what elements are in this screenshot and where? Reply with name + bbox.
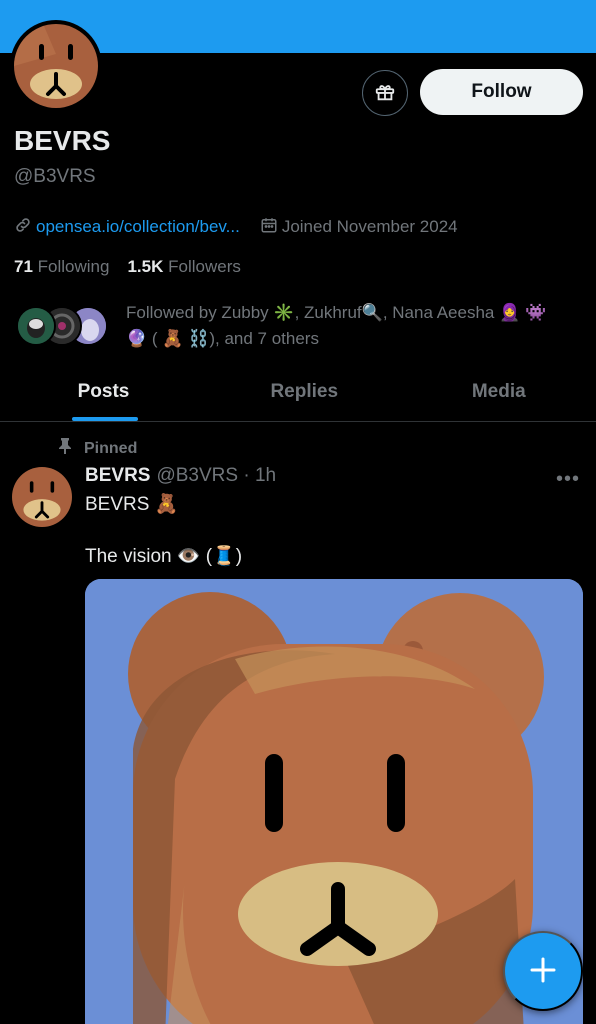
joined-date: Joined November 2024: [281, 217, 458, 236]
tab-media[interactable]: Media: [402, 362, 596, 421]
tab-label: Posts: [77, 380, 130, 402]
followers-you-know[interactable]: Followed by Zubby ✳️, Zukhruf🔍, Nana Aee…: [14, 300, 584, 352]
followers-avatar-stack: [16, 306, 116, 348]
post-text-line: The vision 👁️ (🧵): [85, 546, 243, 567]
post-text-line: BEVRS 🧸: [85, 494, 179, 515]
following-count: 71: [14, 257, 33, 276]
post-author-avatar[interactable]: [12, 467, 72, 527]
follower-avatar: [16, 306, 56, 346]
link-icon: [14, 216, 32, 239]
plus-icon: [529, 956, 557, 987]
calendar-icon: [260, 216, 278, 239]
active-tab-indicator: [72, 417, 138, 421]
profile-meta: opensea.io/collection/bev... Joined Nove…: [14, 215, 458, 239]
more-options-icon[interactable]: •••: [556, 468, 580, 491]
tab-label: Media: [471, 380, 526, 402]
follow-counts: 71 Following 1.5K Followers: [14, 257, 241, 277]
following-link[interactable]: 71 Following: [14, 257, 109, 277]
compose-post-button[interactable]: [503, 931, 583, 1011]
post-author-handle[interactable]: @B3VRS · 1h: [156, 465, 276, 487]
profile-handle: @B3VRS: [14, 166, 96, 187]
gift-button[interactable]: [362, 70, 408, 116]
post-header: BEVRS @B3VRS · 1h: [85, 465, 276, 487]
tab-posts[interactable]: Posts: [0, 362, 207, 421]
gift-icon: [374, 81, 396, 106]
pinned-indicator: Pinned: [58, 438, 137, 459]
bear-avatar-image: [14, 24, 98, 108]
follow-button[interactable]: Follow: [420, 69, 583, 115]
pin-icon: [58, 438, 84, 459]
pinned-label: Pinned: [84, 439, 138, 457]
profile-display-name: BEVRS: [14, 125, 111, 156]
profile-tabs: Posts Replies Media: [0, 362, 596, 422]
followed-by-text: Followed by Zubby ✳️, Zukhruf🔍, Nana Aee…: [126, 303, 547, 348]
profile-avatar[interactable]: [10, 20, 102, 112]
tab-replies[interactable]: Replies: [207, 362, 402, 421]
bear-avatar-image: [12, 467, 72, 527]
profile-website-link[interactable]: opensea.io/collection/bev...: [36, 217, 240, 237]
followers-link[interactable]: 1.5K Followers: [127, 257, 240, 277]
followers-count: 1.5K: [127, 257, 164, 276]
post-author-name[interactable]: BEVRS: [85, 465, 150, 487]
followers-label: Followers: [168, 257, 241, 276]
following-label: Following: [37, 257, 110, 276]
tab-label: Replies: [270, 380, 339, 402]
